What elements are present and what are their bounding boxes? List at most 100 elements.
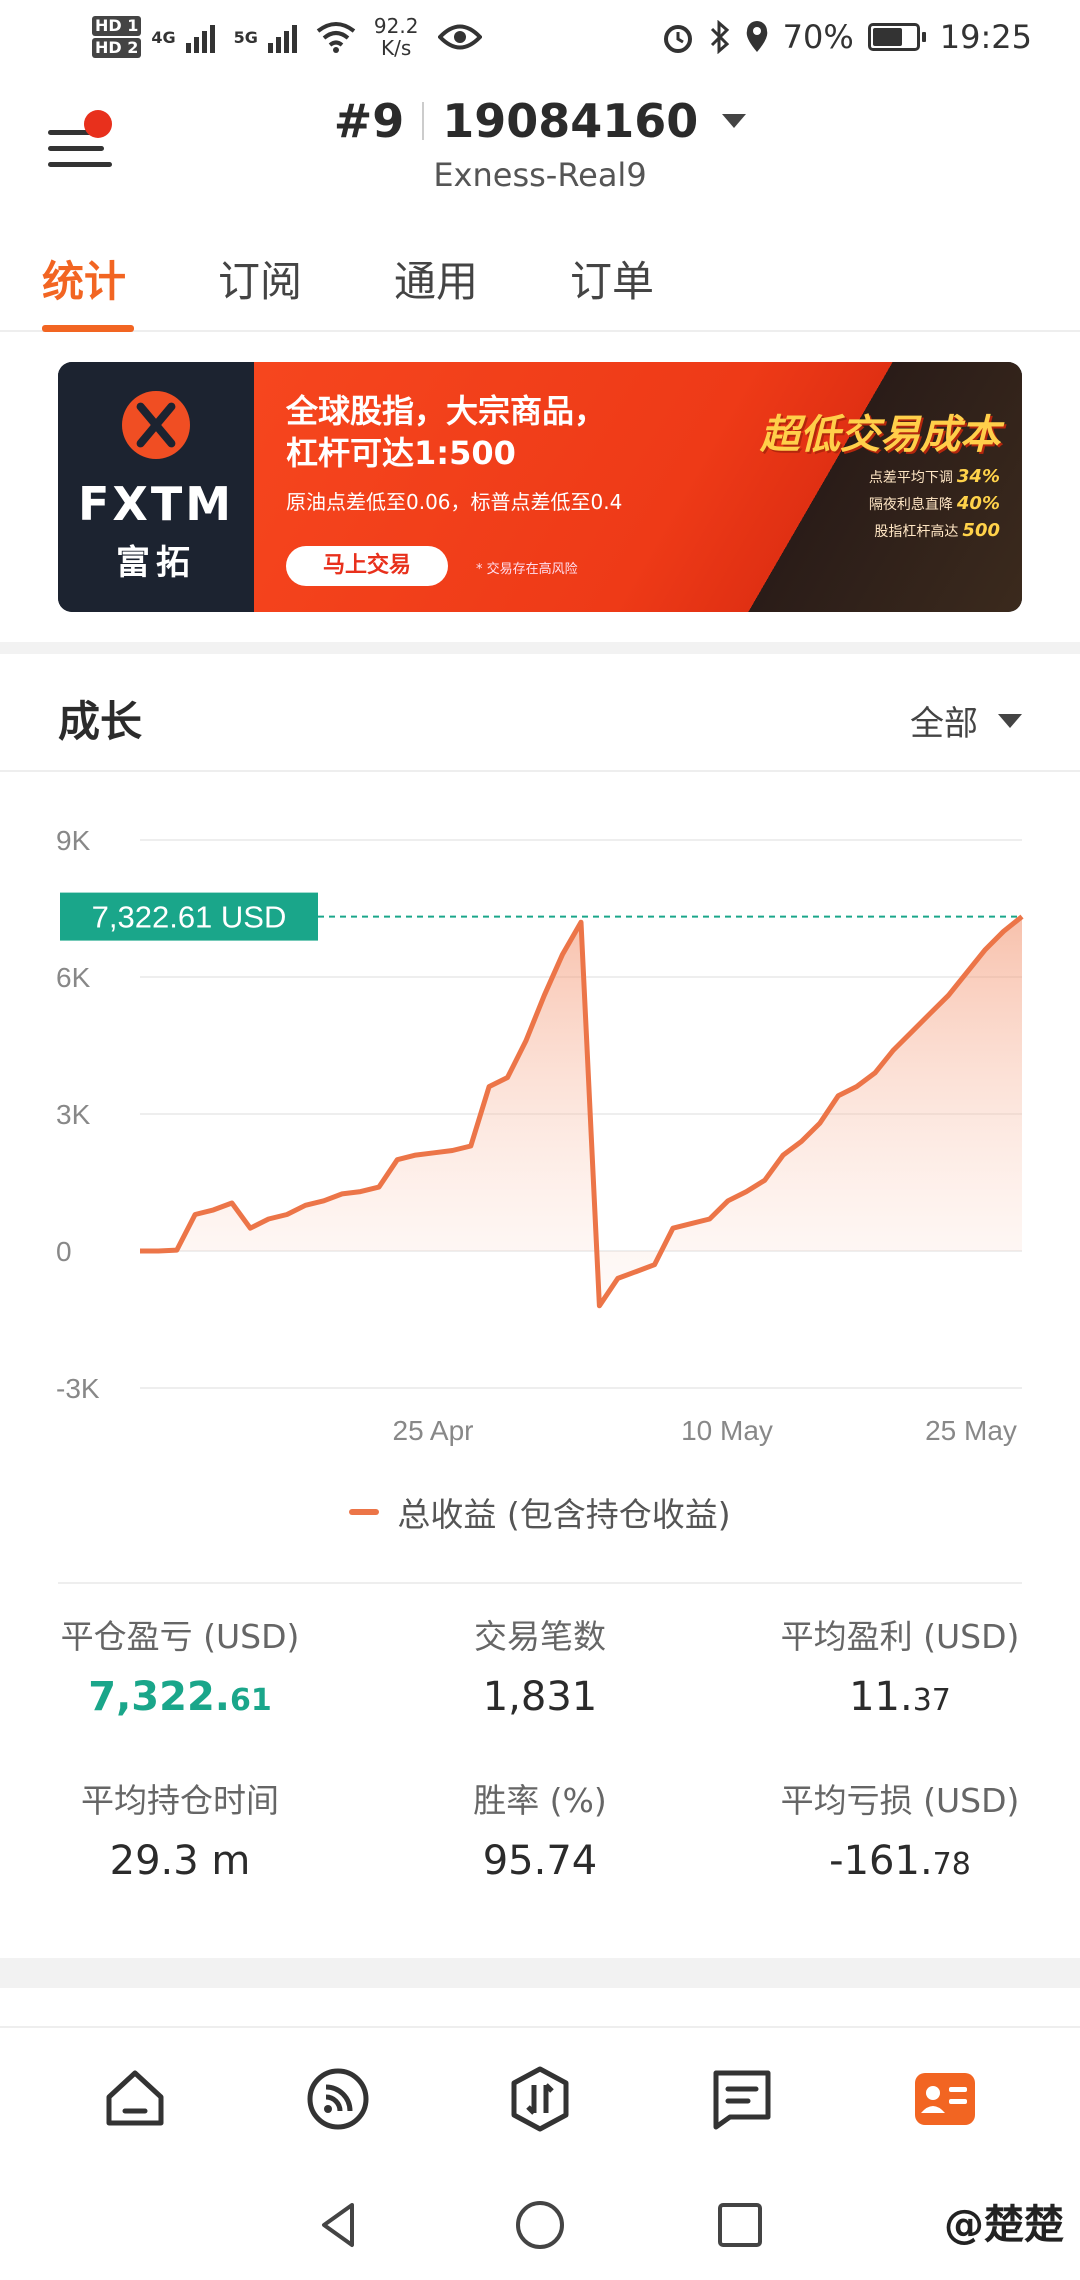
banner-main: 全球股指，大宗商品， 杠杆可达1:500 原油点差低至0.06，标普点差低至0.… [254,362,1022,612]
net-speed-value: 92.2 [373,14,419,38]
banner-stat-2: 隔夜利息直降 40% [710,493,1000,514]
watermark: @楚楚 [944,2202,1064,2248]
stat-win-rate: 胜率 (%) 95.74 [360,1774,720,1938]
stat-value-dec: 37 [912,1683,951,1718]
banner-stat-2-label: 隔夜利息直降 [868,497,953,513]
status-bar: HD 1 HD 2 4G 5G 92.2 K/s 70% 19:25 [0,0,1080,74]
y-tick-label: 3K [56,1099,91,1130]
stat-value: 7,322.61 [0,1674,360,1720]
nav-news[interactable] [687,2044,797,2154]
chevron-down-icon [722,114,747,128]
tab-statistics[interactable]: 统计 [42,214,218,332]
growth-chart[interactable]: 9K 6K 3K 0 -3K 25 Apr 10 May 25 May 7,322.61 USD [0,790,1080,1480]
y-tick-label: -3K [56,1373,100,1404]
stat-label: 平均持仓时间 [81,1781,279,1820]
location-icon [746,21,767,52]
stat-trades: 交易笔数 1,831 [360,1610,720,1774]
status-right: 70% 19:25 [661,18,1032,56]
stats-row-2: 平均持仓时间 29.3 m 胜率 (%) 95.74 平均亏损 (USD) -1… [0,1774,1080,1938]
growth-chart-svg: 9K 6K 3K 0 -3K 25 Apr 10 May 25 May 7,322.61 USD [56,825,1024,1446]
battery-percent: 70% [782,18,854,56]
tab-orders[interactable]: 订单 [570,214,746,330]
stat-value-int: -161. [829,1838,933,1884]
banner-stat-2-value: 40% [956,493,1000,514]
stat-closed-pnl: 平仓盈亏 (USD) 7,322.61 [0,1610,360,1774]
account-id: 19084160 [442,94,699,148]
x-tick-label: 10 May [681,1415,773,1446]
growth-header: 成长 全部 [0,656,1080,772]
stat-value: -161.78 [720,1838,1080,1884]
y-tick-label: 0 [56,1236,72,1267]
stat-value: 11.37 [720,1674,1080,1720]
growth-title: 成长 [58,697,143,746]
hd2-badge: HD 2 [92,38,142,58]
network-4g-label: 4G [151,27,176,47]
nav-home[interactable] [80,2044,190,2154]
legend-label: 总收益 (包含持仓收益) [397,1495,731,1534]
nav-feed[interactable] [283,2044,393,2154]
section-divider [0,642,1080,654]
back-icon[interactable] [310,2195,370,2255]
stats-divider [58,1582,1022,1584]
tab-subscribe[interactable]: 订阅 [218,214,394,330]
wifi-icon [316,22,356,53]
banner-slogan: 超低交易成本 [760,412,1000,458]
battery-icon [867,23,926,51]
title-separator [422,102,425,140]
y-tick-label: 9K [56,825,91,856]
clock: 19:25 [939,18,1032,56]
banner-stat-3: 股指杠杆高达 500 [710,520,1000,541]
y-tick-label: 6K [56,962,91,993]
series-area [140,916,1022,1306]
net-speed: 92.2 K/s [374,15,419,59]
banner-risk-note: * 交易存在高风险 [476,562,578,577]
hd1-badge: HD 1 [92,16,142,36]
banner-stat-3-value: 500 [962,520,1000,541]
tab-general[interactable]: 通用 [394,214,570,330]
banner-stat-1: 点差平均下调 34% [710,466,1000,487]
stat-value-dec: 61 [229,1683,272,1718]
account-prefix: #9 [333,94,405,148]
x-tick-label: 25 May [925,1415,1017,1446]
app-header: #9 19084160 Exness-Real9 [0,74,1080,214]
nav-profile[interactable] [890,2044,1000,2154]
trade-icon [511,2066,569,2132]
banner-stat-1-value: 34% [956,466,1000,487]
nav-trade[interactable] [485,2044,595,2154]
range-dropdown[interactable]: 全部 [910,696,1022,745]
signal-icon-2 [267,25,297,53]
server-name: Exness-Real9 [433,156,647,194]
ad-banner[interactable]: FXTM 富拓 全球股指，大宗商品， 杠杆可达1:500 原油点差低至0.06，… [58,362,1022,612]
range-value: 全部 [910,704,978,744]
stat-avg-hold: 平均持仓时间 29.3 m [0,1774,360,1938]
home-icon [106,2070,164,2126]
eye-icon [438,24,483,50]
account-switcher[interactable]: #9 19084160 Exness-Real9 [0,94,1080,194]
recents-icon[interactable] [710,2195,770,2255]
news-icon [713,2070,771,2130]
account-title[interactable]: #9 19084160 [334,94,747,148]
system-nav [0,2170,1080,2280]
bottom-nav [0,2026,1080,2170]
stat-label: 平均亏损 (USD) [780,1781,1020,1820]
section-divider [0,1958,1080,1988]
stat-value: 95.74 [482,1838,598,1884]
banner-logo: FXTM 富拓 [58,362,254,612]
chart-legend: 总收益 (包含持仓收益) [0,1488,1080,1536]
status-left: HD 1 HD 2 4G 5G 92.2 K/s [92,15,483,59]
hd-badges: HD 1 HD 2 [92,16,142,58]
banner-stat-1-label: 点差平均下调 [868,470,953,486]
bluetooth-icon [710,20,729,54]
banner-right: 超低交易成本 点差平均下调 34% 隔夜利息直降 40% 股指杠杆高达 500 [710,402,1000,541]
banner-stat-3-label: 股指杠杆高达 [874,524,959,540]
net-speed-unit: K/s [381,36,412,60]
banner-cta-button[interactable]: 马上交易 [286,546,448,586]
stat-label: 交易笔数 [474,1617,606,1656]
alarm-icon [663,25,692,53]
stats-grid: 平仓盈亏 (USD) 7,322.61 交易笔数 1,831 平均盈利 (USD… [0,1610,1080,1938]
stat-avg-loss: 平均亏损 (USD) -161.78 [720,1774,1080,1938]
legend-swatch [349,1509,380,1515]
stat-value-int: 11. [849,1674,913,1720]
signal-icon [185,25,215,53]
home-circle-icon[interactable] [510,2195,570,2255]
